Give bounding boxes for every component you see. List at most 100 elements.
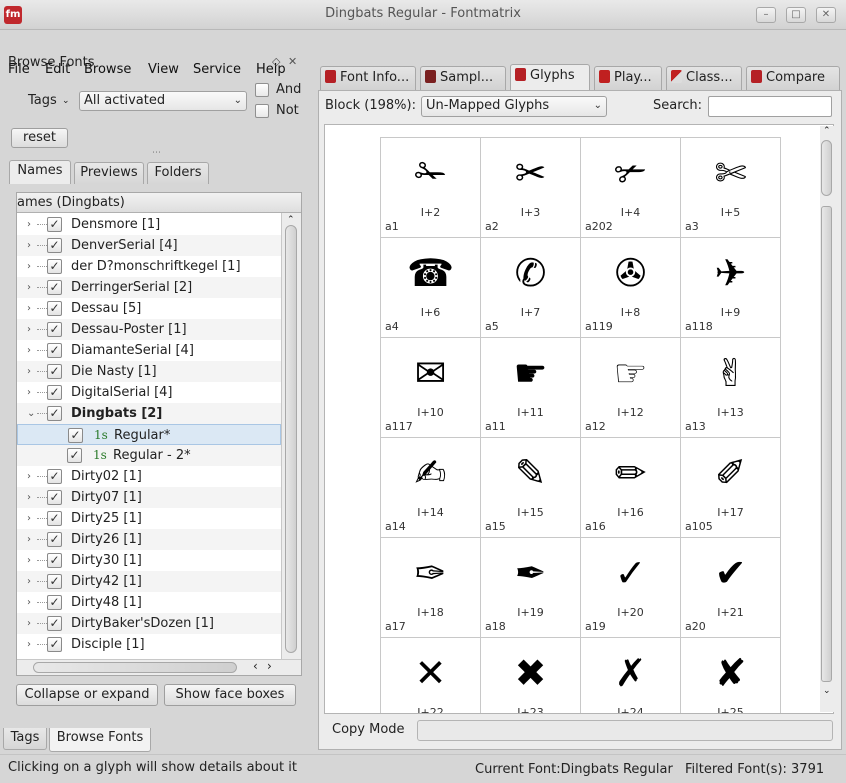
glyph-cell[interactable]: ✆ I+7 a5 bbox=[481, 238, 581, 338]
tab-browse-fonts[interactable]: Browse Fonts bbox=[49, 728, 151, 752]
glyph-cell[interactable]: ✐ I+17 a105 bbox=[681, 438, 781, 538]
glyph-cell[interactable]: ✂ I+3 a2 bbox=[481, 138, 581, 238]
glyph-cell[interactable]: ✒ I+19 a18 bbox=[481, 538, 581, 638]
glyph-cell[interactable]: ✉ I+10 a117 bbox=[381, 338, 481, 438]
close-panel-icon[interactable]: ✕ bbox=[288, 55, 297, 68]
tab-classification[interactable]: Class... bbox=[666, 66, 742, 90]
chevron-up-icon[interactable]: ⌃ bbox=[287, 215, 295, 225]
tab-tags[interactable]: Tags bbox=[3, 728, 47, 750]
glyph-cell[interactable]: ☎ I+6 a4 bbox=[381, 238, 481, 338]
tree-family-row[interactable]: › ✓ Dirty02 [1] bbox=[17, 466, 281, 487]
activation-checkbox[interactable]: ✓ bbox=[47, 364, 62, 379]
activation-checkbox[interactable]: ✓ bbox=[47, 511, 62, 526]
tab-samples[interactable]: Sampl... bbox=[420, 66, 506, 90]
activation-checkbox[interactable]: ✓ bbox=[47, 469, 62, 484]
activation-checkbox[interactable]: ✓ bbox=[68, 428, 83, 443]
glyph-cell[interactable]: ☞ I+12 a12 bbox=[581, 338, 681, 438]
tree-horizontal-scrollbar[interactable]: ‹ › bbox=[17, 659, 301, 675]
glyph-cell[interactable]: ✍ I+14 a14 bbox=[381, 438, 481, 538]
scroll-thumb[interactable] bbox=[821, 140, 832, 196]
maximize-icon[interactable]: □ bbox=[786, 7, 806, 23]
tree-family-row[interactable]: › ✓ Die Nasty [1] bbox=[17, 361, 281, 382]
chevron-right-icon[interactable]: › bbox=[27, 571, 31, 592]
close-icon[interactable]: ✕ bbox=[816, 7, 836, 23]
show-face-boxes-button[interactable]: Show face boxes bbox=[164, 684, 296, 706]
tree-family-row[interactable]: › ✓ DigitalSerial [4] bbox=[17, 382, 281, 403]
not-checkbox[interactable] bbox=[255, 104, 269, 118]
chevron-right-icon[interactable]: › bbox=[27, 214, 31, 235]
collapse-expand-button[interactable]: Collapse or expand bbox=[16, 684, 158, 706]
chevron-left-icon[interactable]: ‹ bbox=[253, 659, 258, 673]
scroll-thumb[interactable] bbox=[285, 225, 297, 653]
tree-family-row[interactable]: › ✓ Dirty26 [1] bbox=[17, 529, 281, 550]
activation-checkbox[interactable]: ✓ bbox=[47, 238, 62, 253]
activation-checkbox[interactable]: ✓ bbox=[47, 301, 62, 316]
tree-family-row[interactable]: › ✓ Densmore [1] bbox=[17, 214, 281, 235]
glyph-cell[interactable]: ✁ I+2 a1 bbox=[381, 138, 481, 238]
glyph-cell[interactable]: ✎ I+15 a15 bbox=[481, 438, 581, 538]
glyph-cell[interactable]: ✌ I+13 a13 bbox=[681, 338, 781, 438]
tab-font-info[interactable]: Font Info... bbox=[320, 66, 416, 90]
tree-family-row[interactable]: › ✓ der D?monschriftkegel [1] bbox=[17, 256, 281, 277]
tree-family-row[interactable]: › ✓ Dirty42 [1] bbox=[17, 571, 281, 592]
minimize-icon[interactable]: – bbox=[756, 7, 776, 23]
glyph-cell[interactable]: ✓ I+20 a19 bbox=[581, 538, 681, 638]
glyph-cell[interactable]: ✈ I+9 a118 bbox=[681, 238, 781, 338]
scroll-track[interactable] bbox=[821, 206, 832, 682]
tree-family-row[interactable]: › ✓ DerringerSerial [2] bbox=[17, 277, 281, 298]
chevron-right-icon[interactable]: › bbox=[27, 382, 31, 403]
tree-face-row[interactable]: 1s ✓ Regular - 2* bbox=[17, 445, 281, 466]
activation-checkbox[interactable]: ✓ bbox=[47, 259, 62, 274]
tree-family-row[interactable]: › ✓ Dessau-Poster [1] bbox=[17, 319, 281, 340]
splitter-handle[interactable]: ⋯ bbox=[152, 148, 161, 158]
glyph-cell[interactable]: ✖ I+23 bbox=[481, 638, 581, 713]
chevron-right-icon[interactable]: › bbox=[27, 466, 31, 487]
tab-play[interactable]: Play... bbox=[594, 66, 662, 90]
chevron-down-icon[interactable]: ⌄ bbox=[27, 403, 35, 424]
activation-checkbox[interactable]: ✓ bbox=[47, 595, 62, 610]
tree-family-row[interactable]: › ✓ Disciple [1] bbox=[17, 634, 281, 655]
chevron-right-icon[interactable]: › bbox=[27, 319, 31, 340]
chevron-right-icon[interactable]: › bbox=[27, 340, 31, 361]
tree-family-row[interactable]: ⌄ ✓ Dingbats [2] bbox=[17, 403, 281, 424]
activation-checkbox[interactable]: ✓ bbox=[47, 343, 62, 358]
glyph-cell[interactable]: ✕ I+22 bbox=[381, 638, 481, 713]
activation-checkbox[interactable]: ✓ bbox=[47, 490, 62, 505]
tree-family-row[interactable]: › ✓ Dirty48 [1] bbox=[17, 592, 281, 613]
copy-mode-field[interactable] bbox=[417, 720, 833, 741]
chevron-right-icon[interactable]: › bbox=[27, 256, 31, 277]
chevron-up-icon[interactable]: ⌃ bbox=[823, 126, 831, 136]
menu-service[interactable]: Service bbox=[193, 62, 241, 77]
chevron-right-icon[interactable]: › bbox=[27, 298, 31, 319]
menu-help[interactable]: Help bbox=[256, 62, 286, 77]
activation-checkbox[interactable]: ✓ bbox=[47, 217, 62, 232]
glyph-cell[interactable]: ✃ I+4 a202 bbox=[581, 138, 681, 238]
glyph-view[interactable]: ✁ I+2 a1 ✂ I+3 a2 ✃ I+4 a202 ✄ I+5 a3 ☎ I+6 a4 ✆ I+7 a5 ✇ I… bbox=[324, 124, 834, 714]
tab-compare[interactable]: Compare bbox=[746, 66, 840, 90]
chevron-right-icon[interactable]: › bbox=[267, 659, 272, 673]
chevron-right-icon[interactable]: › bbox=[27, 487, 31, 508]
chevron-right-icon[interactable]: › bbox=[27, 235, 31, 256]
font-tree[interactable]: ames (Dingbats) › ✓ Densmore [1] › ✓ DenverSe… bbox=[16, 192, 302, 676]
chevron-down-icon[interactable]: ⌄ bbox=[62, 96, 70, 106]
chevron-right-icon[interactable]: › bbox=[27, 529, 31, 550]
glyph-cell[interactable]: ✘ I+25 bbox=[681, 638, 781, 713]
chevron-right-icon[interactable]: › bbox=[27, 361, 31, 382]
tree-family-row[interactable]: › ✓ Dirty30 [1] bbox=[17, 550, 281, 571]
tree-family-row[interactable]: › ✓ Dirty25 [1] bbox=[17, 508, 281, 529]
chevron-right-icon[interactable]: › bbox=[27, 634, 31, 655]
tab-glyphs[interactable]: Glyphs bbox=[510, 64, 590, 90]
activation-checkbox[interactable]: ✓ bbox=[47, 385, 62, 400]
scroll-thumb[interactable] bbox=[33, 662, 237, 673]
chevron-right-icon[interactable]: › bbox=[27, 277, 31, 298]
activation-checkbox[interactable]: ✓ bbox=[47, 637, 62, 652]
tree-vertical-scrollbar[interactable]: ⌃ ⌄ bbox=[281, 213, 301, 675]
tree-family-row[interactable]: › ✓ DiamanteSerial [4] bbox=[17, 340, 281, 361]
tree-header[interactable]: ames (Dingbats) bbox=[17, 193, 301, 213]
chevron-right-icon[interactable]: › bbox=[27, 592, 31, 613]
search-input[interactable] bbox=[708, 96, 832, 117]
tree-family-row[interactable]: › ✓ Dessau [5] bbox=[17, 298, 281, 319]
chevron-right-icon[interactable]: › bbox=[27, 508, 31, 529]
glyph-cell[interactable]: ✄ I+5 a3 bbox=[681, 138, 781, 238]
activation-checkbox[interactable]: ✓ bbox=[47, 553, 62, 568]
